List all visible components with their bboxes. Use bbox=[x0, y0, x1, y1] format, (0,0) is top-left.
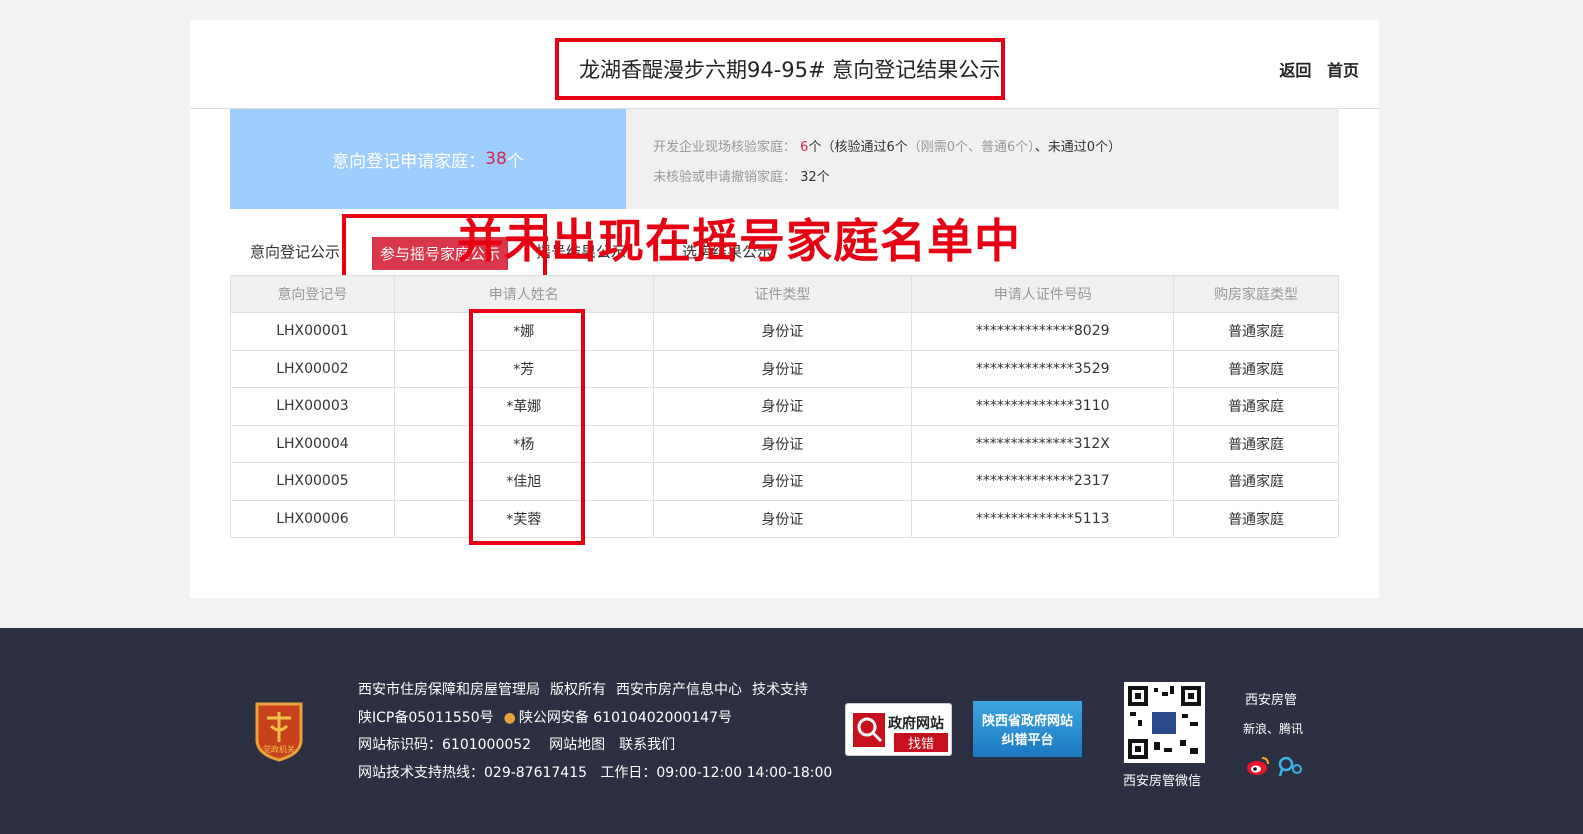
gov-website-error-button[interactable]: 政府网站 找错 bbox=[845, 703, 952, 756]
site-id: 网站标识码：6101000052 bbox=[358, 737, 532, 753]
table-row: LHX00001 *娜 身份证 **************8029 普通家庭 bbox=[230, 312, 1339, 351]
col-header-id-type: 证件类型 bbox=[652, 275, 913, 313]
table-row: LHX00006 *芙蓉 身份证 **************5113 普通家庭 bbox=[230, 499, 1339, 538]
cell-id-type: 身份证 bbox=[652, 424, 913, 463]
table-row: LHX00002 *芳 身份证 **************3529 普通家庭 bbox=[230, 349, 1339, 388]
cell-reg-no: LHX00003 bbox=[230, 387, 395, 426]
home-link[interactable]: 首页 bbox=[1327, 61, 1359, 80]
cell-id-type: 身份证 bbox=[652, 499, 913, 538]
cell-id-number: **************3110 bbox=[911, 387, 1175, 426]
verified-row: 开发企业现场核验家庭： 6个（核验通过6个（刚需0个、普通6个）、未通过0个） bbox=[653, 136, 1339, 166]
unverified-value: 32个 bbox=[800, 170, 830, 185]
table-row: LHX00003 *革娜 身份证 **************3110 普通家庭 bbox=[230, 387, 1339, 426]
cell-id-number: **************3529 bbox=[911, 349, 1175, 388]
cell-reg-no: LHX00002 bbox=[230, 349, 395, 388]
cell-id-type: 身份证 bbox=[652, 312, 913, 351]
wechat-qr-code-icon bbox=[1124, 682, 1205, 763]
verified-prefix: 个（ bbox=[808, 140, 835, 155]
cell-family-type: 普通家庭 bbox=[1173, 499, 1339, 538]
applicants-count: 38 bbox=[485, 149, 507, 169]
back-link[interactable]: 返回 bbox=[1279, 61, 1311, 80]
verification-summary: 开发企业现场核验家庭： 6个（核验通过6个（刚需0个、普通6个）、未通过0个） … bbox=[626, 109, 1339, 209]
weibo-icon[interactable] bbox=[1246, 755, 1270, 777]
table-row: LHX00005 *佳旭 身份证 **************2317 普通家庭 bbox=[230, 462, 1339, 501]
cell-family-type: 普通家庭 bbox=[1173, 424, 1339, 463]
footer-tech-support: 技术支持 bbox=[752, 682, 808, 698]
applicants-label: 意向登记申请家庭： bbox=[332, 151, 486, 172]
footer-line-1: 西安市住房保障和房屋管理局 版权所有 西安市房产信息中心 技术支持 bbox=[358, 677, 842, 705]
content-card: 龙湖香醍漫步六期94-95# 意向登记结果公示 返回 首页 意向登记申请家庭： 3… bbox=[190, 20, 1379, 598]
annotation-name-box bbox=[469, 309, 585, 545]
footer-info: 西安市住房保障和房屋管理局 版权所有 西安市房产信息中心 技术支持 陕ICP备0501… bbox=[358, 677, 842, 787]
shaanxi-line1: 陕西省政府网站 bbox=[981, 714, 1073, 729]
applicants-summary: 意向登记申请家庭： 38 个 bbox=[230, 109, 626, 209]
cell-id-number: **************5113 bbox=[911, 499, 1175, 538]
verified-pass: 核验通过6个 bbox=[834, 140, 908, 155]
cell-id-type: 身份证 bbox=[652, 349, 913, 388]
verified-breakdown: （刚需0个、普通6个） bbox=[907, 140, 1035, 155]
verified-fail: 未通过0个 bbox=[1047, 140, 1109, 155]
tab-registration[interactable]: 意向登记公示 bbox=[250, 241, 340, 262]
verified-sep: 、 bbox=[1034, 140, 1048, 155]
cell-family-type: 普通家庭 bbox=[1173, 349, 1339, 388]
cell-reg-no: LHX00006 bbox=[230, 499, 395, 538]
social-title: 西安房管 bbox=[1245, 693, 1298, 708]
col-header-name: 申请人姓名 bbox=[393, 275, 654, 313]
unverified-row: 未核验或申请撤销家庭： 32个 bbox=[653, 166, 1339, 196]
qr-label: 西安房管微信 bbox=[1123, 774, 1202, 789]
cell-family-type: 普通家庭 bbox=[1173, 312, 1339, 351]
table-row: LHX00004 *杨 身份证 **************312X 普通家庭 bbox=[230, 424, 1339, 463]
cell-id-type: 身份证 bbox=[652, 387, 913, 426]
gov-btn-line1: 政府网站 bbox=[888, 716, 944, 732]
applicant-table: 意向登记号 申请人姓名 证件类型 申请人证件号码 购房家庭类型 LHX00001… bbox=[230, 275, 1339, 538]
social-sub: 新浪、腾讯 bbox=[1243, 722, 1304, 736]
annotation-title-box bbox=[555, 38, 1005, 100]
table-header-row: 意向登记号 申请人姓名 证件类型 申请人证件号码 购房家庭类型 bbox=[230, 275, 1339, 313]
footer-line-2: 陕ICP备05011550号 ● 陕公网安备 61010402000147号 bbox=[358, 705, 842, 733]
police-icon: ● bbox=[503, 709, 516, 726]
cell-id-number: **************2317 bbox=[911, 462, 1175, 501]
cell-reg-no: LHX00001 bbox=[230, 312, 395, 351]
badge-text: 党政机关 bbox=[263, 744, 295, 754]
cell-id-number: **************312X bbox=[911, 424, 1175, 463]
police-record-link[interactable]: 陕公网安备 61010402000147号 bbox=[519, 710, 732, 726]
sitemap-link[interactable]: 网站地图 bbox=[549, 737, 605, 753]
magnifier-icon bbox=[853, 713, 885, 747]
cell-id-number: **************8029 bbox=[911, 312, 1175, 351]
footer-line-4: 网站技术支持热线：029-87617415 工作日：09:00-12:00 14… bbox=[358, 760, 842, 788]
verified-suffix: ） bbox=[1108, 140, 1122, 155]
hotline: 网站技术支持热线：029-87617415 工作日：09:00-12:00 14… bbox=[358, 764, 833, 781]
cell-id-type: 身份证 bbox=[652, 462, 913, 501]
cell-reg-no: LHX00004 bbox=[230, 424, 395, 463]
gov-btn-line2: 找错 bbox=[894, 733, 949, 752]
cell-reg-no: LHX00005 bbox=[230, 462, 395, 501]
tencent-weibo-icon[interactable] bbox=[1277, 755, 1305, 777]
col-header-reg-no: 意向登记号 bbox=[230, 275, 395, 313]
footer-line-3: 网站标识码：6101000052 网站地图 联系我们 bbox=[358, 732, 842, 760]
footer-copyright: 版权所有 bbox=[550, 682, 606, 698]
icp-link[interactable]: 陕ICP备05011550号 bbox=[358, 710, 494, 726]
cell-family-type: 普通家庭 bbox=[1173, 462, 1339, 501]
annotation-text: 并未出现在摇号家庭名单中 bbox=[457, 214, 1021, 268]
applicants-unit: 个 bbox=[506, 151, 524, 172]
col-header-id-number: 申请人证件号码 bbox=[911, 275, 1175, 313]
party-government-badge-icon: 党政机关 bbox=[255, 702, 303, 762]
col-header-family-type: 购房家庭类型 bbox=[1173, 275, 1339, 313]
footer-org[interactable]: 西安市住房保障和房屋管理局 bbox=[358, 682, 540, 698]
footer-info-center[interactable]: 西安市房产信息中心 bbox=[616, 682, 742, 698]
shaanxi-error-platform-button[interactable]: 陕西省政府网站 纠错平台 bbox=[973, 701, 1082, 757]
cell-family-type: 普通家庭 bbox=[1173, 387, 1339, 426]
contact-link[interactable]: 联系我们 bbox=[619, 737, 675, 753]
top-links: 返回 首页 bbox=[1269, 57, 1359, 81]
shaanxi-line2: 纠错平台 bbox=[1001, 733, 1054, 748]
verified-label: 开发企业现场核验家庭： bbox=[653, 140, 797, 155]
unverified-label: 未核验或申请撤销家庭： bbox=[653, 170, 797, 185]
